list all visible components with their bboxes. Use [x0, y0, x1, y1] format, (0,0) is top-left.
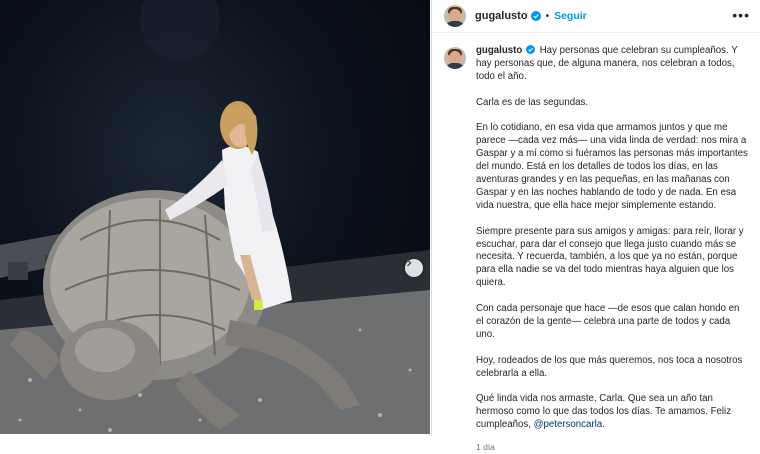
- mention-link[interactable]: @petersoncarla: [534, 419, 603, 430]
- caption-text: gugalusto Hay personas que celebran su c…: [476, 45, 748, 454]
- verified-badge-icon: [525, 45, 535, 54]
- caption-paragraph-6: Hoy, rodeados de los que más queremos, n…: [476, 354, 743, 379]
- username[interactable]: gugalusto: [475, 10, 528, 22]
- verified-badge-icon: [530, 11, 541, 21]
- more-options-icon[interactable]: •••: [732, 8, 750, 22]
- separator-dot: •: [545, 10, 550, 22]
- chevron-right-icon: [406, 259, 412, 267]
- caption-paragraph-4: Siempre presente para sus amigos y amiga…: [476, 225, 744, 289]
- follow-button[interactable]: Seguir: [554, 10, 587, 22]
- caption-avatar[interactable]: [444, 47, 466, 69]
- avatar[interactable]: [444, 5, 466, 27]
- post-timestamp[interactable]: 1 día: [476, 441, 748, 454]
- post-details-panel: gugalusto • Seguir ••• gugalusto Hay per…: [431, 0, 760, 452]
- caption-username[interactable]: gugalusto: [476, 45, 522, 56]
- caption-paragraph-5: Con cada personaje que hace —de esos que…: [476, 303, 740, 340]
- post-header: gugalusto • Seguir •••: [432, 0, 760, 33]
- caption-paragraph-3: En lo cotidiano, en esa vida que armamos…: [476, 122, 748, 211]
- caption-paragraph-2: Carla es de las segundas.: [476, 96, 589, 108]
- next-image-button[interactable]: [405, 259, 423, 277]
- caption-section: gugalusto Hay personas que celebran su c…: [432, 33, 760, 454]
- caption-period: .: [602, 419, 605, 431]
- post-photo: [0, 0, 430, 434]
- photo-illustration: [0, 0, 430, 434]
